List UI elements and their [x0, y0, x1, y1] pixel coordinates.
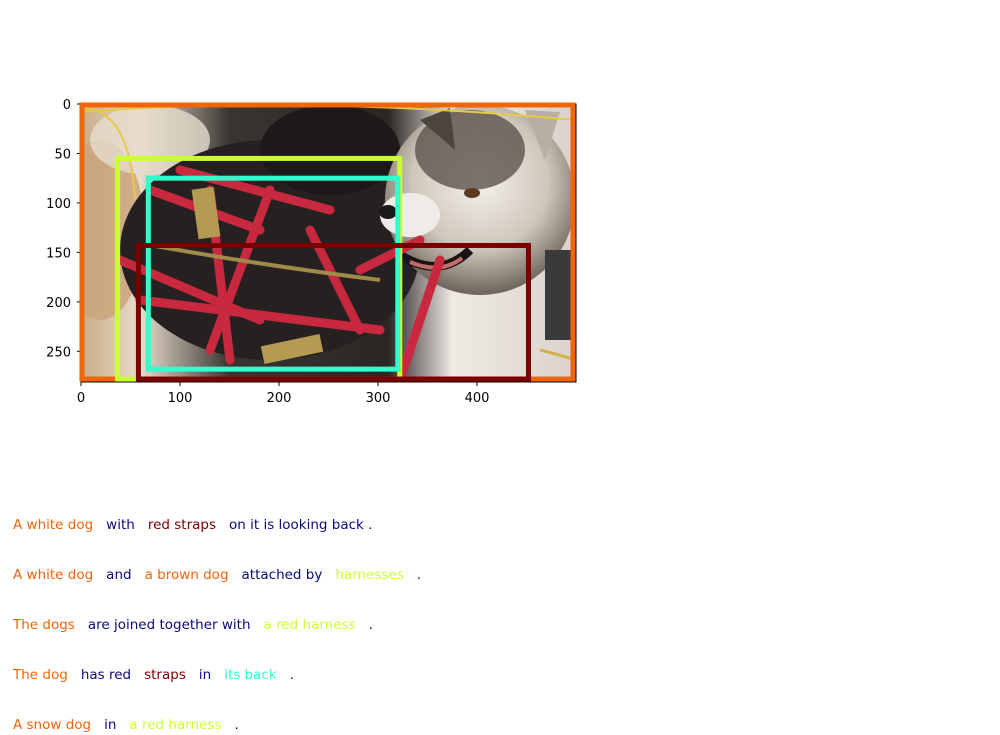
caption-phrase: a brown dog: [144, 567, 229, 583]
caption-phrase: attached by: [241, 567, 323, 583]
caption-phrase: .: [368, 617, 373, 633]
x-tick-label: 400: [465, 391, 490, 406]
caption-phrase: The dog: [13, 667, 68, 683]
caption-phrase: on it is looking back .: [229, 517, 373, 533]
y-tick-label: 100: [46, 197, 71, 212]
caption-phrase: .: [289, 667, 294, 683]
x-tick-label: 0: [77, 391, 85, 406]
y-tick-label: 150: [46, 246, 71, 261]
caption-line: A white dog and a brown dog attached by harn…: [13, 567, 434, 585]
caption-phrase: straps: [144, 667, 186, 683]
caption-phrase: in: [104, 717, 117, 733]
y-tick-label: 250: [46, 345, 71, 360]
caption-line: The dog has red straps in its back.: [13, 667, 307, 685]
x-tick-label: 200: [267, 391, 292, 406]
caption-phrase: .: [234, 717, 239, 733]
caption-phrase: harnesses: [335, 567, 404, 583]
caption-line: The dogs are joined together with a red ha…: [13, 617, 386, 635]
caption-phrase: .: [416, 567, 422, 583]
caption-phrase: a red harness: [129, 717, 222, 733]
y-tick-label: 50: [54, 147, 71, 162]
caption-phrase: A white dog: [13, 567, 94, 583]
caption-line: A white dog with red straps on it is lookin…: [13, 517, 385, 535]
caption-phrase: red straps: [147, 517, 217, 533]
caption-phrase: with: [106, 517, 135, 533]
annotated-image-figure: 0 100 200 300 400 0 50 100 150 200 250: [46, 98, 577, 406]
caption-phrase: a red harness: [263, 617, 356, 633]
caption-phrase: The dogs: [13, 617, 75, 633]
caption-phrase: A white dog: [13, 517, 94, 533]
caption-phrase: has red: [80, 667, 132, 683]
y-tick-label: 200: [46, 296, 71, 311]
caption-phrase: and: [106, 567, 132, 583]
caption-phrase: its back: [224, 667, 277, 683]
caption-phrase: are joined together with: [87, 617, 251, 633]
caption-phrase: in: [198, 667, 212, 683]
y-tick-label: 0: [63, 98, 71, 113]
caption-line: A snow dog in a red harness.: [13, 717, 252, 735]
caption-phrase: A snow dog: [13, 717, 92, 733]
x-tick-label: 300: [366, 391, 391, 406]
x-tick-label: 100: [168, 391, 193, 406]
